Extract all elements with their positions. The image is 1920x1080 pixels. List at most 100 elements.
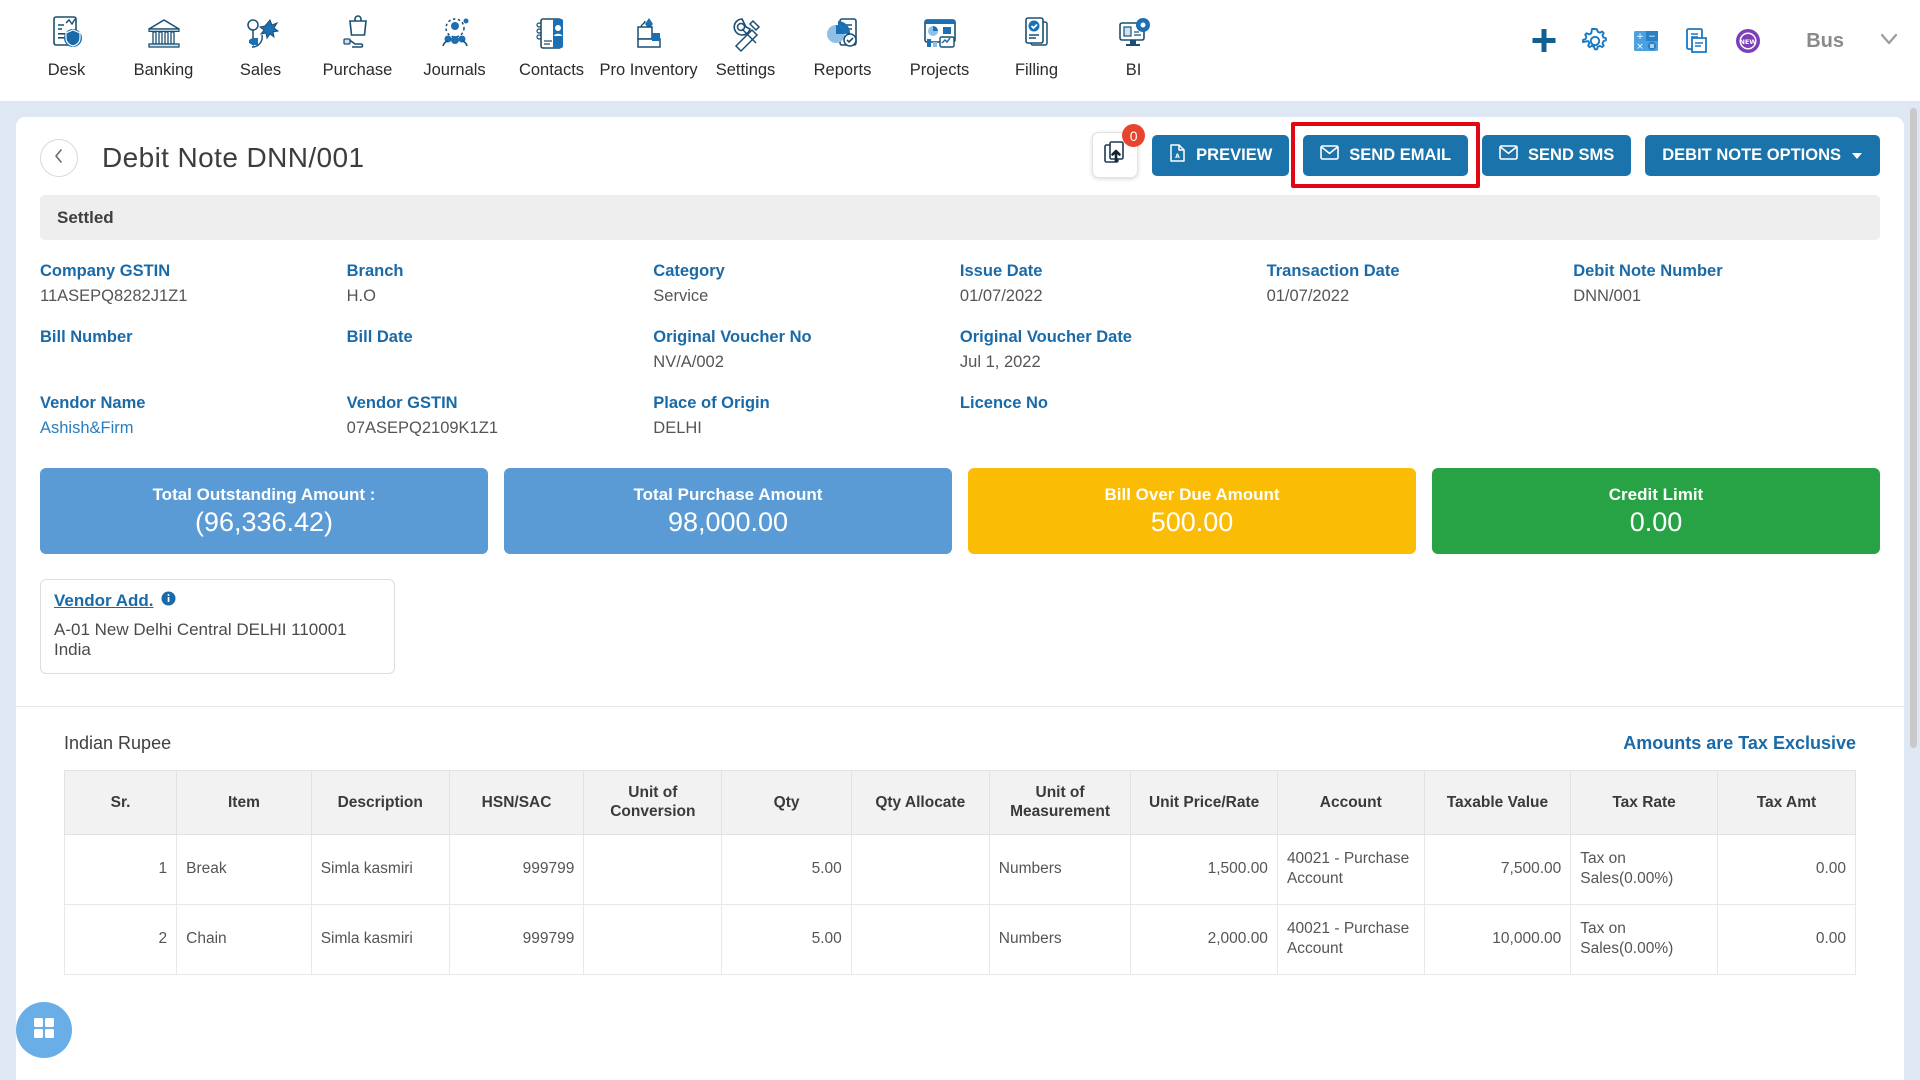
- page-header: Debit Note DNN/001 0 A PREVIEW SEND EMAI…: [16, 117, 1904, 195]
- upload-count-badge: 0: [1122, 124, 1146, 147]
- send-sms-button[interactable]: SEND SMS: [1482, 134, 1632, 176]
- upload-files-button[interactable]: 0: [1092, 124, 1146, 178]
- col-tax-amt: Tax Amt: [1716, 770, 1857, 835]
- nav-item-label: Projects: [909, 61, 970, 79]
- nav-right-actions: + − × NEW Bus: [1529, 26, 1900, 56]
- cell-unit-measurement: Numbers: [988, 903, 1132, 975]
- nav-item-settings[interactable]: Settings: [697, 0, 794, 80]
- nav-item-bi[interactable]: BI: [1085, 0, 1182, 80]
- cell-description: Simla kasmiri: [310, 833, 450, 905]
- field-value: H.O: [346, 287, 376, 305]
- table-header-row: Sr. Item Description HSN/SAC Unit of Con…: [63, 770, 1857, 835]
- field-vendor-name: Vendor Name Ashish&Firm: [40, 394, 347, 438]
- info-icon[interactable]: [161, 591, 176, 611]
- vendor-address-label: Vendor Add.: [54, 591, 154, 610]
- detail-fields: Company GSTIN 11ASEPQ8282J1Z1 Branch H.O…: [16, 240, 1904, 438]
- preview-button-wrap: A PREVIEW: [1152, 134, 1290, 176]
- page-scrollbar[interactable]: [1909, 108, 1918, 1073]
- nav-item-contacts[interactable]: Contacts: [503, 0, 600, 80]
- card-value: (96,336.42): [194, 506, 334, 537]
- svg-text:×: ×: [1636, 42, 1644, 52]
- filling-icon: [1016, 8, 1058, 60]
- upload-files-icon: [1102, 140, 1128, 171]
- nav-item-filling[interactable]: Filling: [988, 0, 1085, 80]
- inventory-icon: [628, 8, 670, 60]
- cell-unit-price: 2,000.00: [1130, 903, 1278, 975]
- nav-item-desk[interactable]: Desk: [18, 0, 115, 80]
- business-selector-label[interactable]: Bus: [1806, 30, 1844, 53]
- nav-item-label: Purchase: [322, 61, 393, 79]
- field-original-voucher-no: Original Voucher No NV/A/002: [653, 328, 960, 372]
- field-label: Vendor Name: [40, 394, 146, 412]
- tax-exclusive-note: Amounts are Tax Exclusive: [1623, 733, 1856, 753]
- card-label: Bill Over Due Amount: [1104, 484, 1280, 504]
- debit-note-options-button[interactable]: DEBIT NOTE OPTIONS: [1645, 134, 1880, 176]
- plus-icon[interactable]: [1529, 26, 1559, 56]
- cell-taxable-value: 10,000.00: [1423, 903, 1572, 975]
- summary-card-bill-overdue: Bill Over Due Amount 500.00: [968, 468, 1416, 554]
- chevron-down-icon[interactable]: [1878, 28, 1900, 55]
- col-tax-rate: Tax Rate: [1570, 770, 1718, 835]
- send-email-button[interactable]: SEND EMAIL: [1303, 134, 1469, 176]
- field-category: Category Service: [653, 262, 960, 306]
- settings-icon: [725, 8, 767, 60]
- field-value-link[interactable]: Ashish&Firm: [40, 419, 347, 438]
- apps-fab-button[interactable]: [16, 1002, 72, 1058]
- reports-icon: [822, 8, 864, 60]
- nav-item-sales[interactable]: Sales: [212, 0, 309, 80]
- svg-text:A: A: [1175, 153, 1180, 160]
- nav-item-reports[interactable]: Reports: [794, 0, 891, 80]
- desk-icon: [46, 8, 88, 60]
- card-label: Total Outstanding Amount :: [152, 484, 376, 504]
- debit-note-page: Debit Note DNN/001 0 A PREVIEW SEND EMAI…: [16, 117, 1904, 1080]
- field-label: Original Voucher No: [653, 328, 812, 346]
- send-sms-button-wrap: SEND SMS: [1482, 134, 1632, 176]
- nav-item-label: Desk: [47, 61, 86, 79]
- svg-text:−: −: [1648, 32, 1656, 42]
- field-label: Licence No: [959, 394, 1048, 412]
- col-qty-allocate: Qty Allocate: [850, 770, 990, 835]
- field-row-2: Bill Number Bill Date Original Voucher N…: [40, 328, 1880, 372]
- preview-button[interactable]: A PREVIEW: [1152, 134, 1290, 176]
- scrollbar-thumb[interactable]: [1910, 108, 1917, 748]
- send-sms-button-label: SEND SMS: [1528, 145, 1615, 164]
- nav-item-pro-inventory[interactable]: Pro Inventory: [599, 0, 698, 80]
- cell-unit-measurement: Numbers: [988, 833, 1132, 905]
- cell-account: 40021 - Purchase Account: [1276, 903, 1425, 975]
- nav-item-projects[interactable]: Projects: [891, 0, 988, 80]
- cell-item[interactable]: Break: [176, 833, 312, 905]
- gear-icon[interactable]: [1580, 26, 1610, 56]
- line-items-table: Sr. Item Description HSN/SAC Unit of Con…: [63, 770, 1857, 975]
- nav-item-purchase[interactable]: Purchase: [309, 0, 406, 80]
- field-label: Bill Date: [346, 328, 413, 346]
- back-button[interactable]: [40, 139, 78, 177]
- field-value: Service: [653, 287, 709, 305]
- nav-item-label: Filling: [1014, 61, 1059, 79]
- cell-item[interactable]: Chain: [176, 903, 312, 975]
- field-label: Vendor GSTIN: [346, 394, 458, 412]
- calculator-icon[interactable]: + − ×: [1631, 26, 1661, 56]
- field-label: Transaction Date: [1266, 262, 1400, 280]
- nav-item-label: Sales: [239, 61, 282, 79]
- field-empty: [1267, 328, 1574, 372]
- nav-item-journals[interactable]: Journals: [406, 0, 503, 80]
- field-empty: [1267, 394, 1574, 438]
- nav-item-banking[interactable]: Banking: [115, 0, 212, 80]
- card-value: 500.00: [1150, 506, 1234, 537]
- col-item: Item: [176, 770, 312, 835]
- field-vendor-gstin: Vendor GSTIN 07ASEPQ2109K1Z1: [347, 394, 654, 438]
- page-title: Debit Note DNN/001: [102, 142, 365, 173]
- field-label: Debit Note Number: [1573, 262, 1723, 280]
- cell-tax-amt: 0.00: [1716, 833, 1857, 905]
- new-badge-icon[interactable]: NEW: [1733, 26, 1763, 56]
- field-original-voucher-date: Original Voucher Date Jul 1, 2022: [960, 328, 1267, 372]
- field-label: Category: [653, 262, 725, 280]
- document-icon[interactable]: [1682, 26, 1712, 56]
- preview-button-label: PREVIEW: [1196, 145, 1273, 164]
- cell-qty: 5.00: [721, 833, 852, 905]
- field-company-gstin: Company GSTIN 11ASEPQ8282J1Z1: [40, 262, 347, 306]
- cell-sr: 1: [63, 833, 178, 905]
- cell-taxable-value: 7,500.00: [1423, 833, 1572, 905]
- col-hsn-sac: HSN/SAC: [448, 770, 585, 835]
- vendor-address-title[interactable]: Vendor Add.: [54, 591, 381, 611]
